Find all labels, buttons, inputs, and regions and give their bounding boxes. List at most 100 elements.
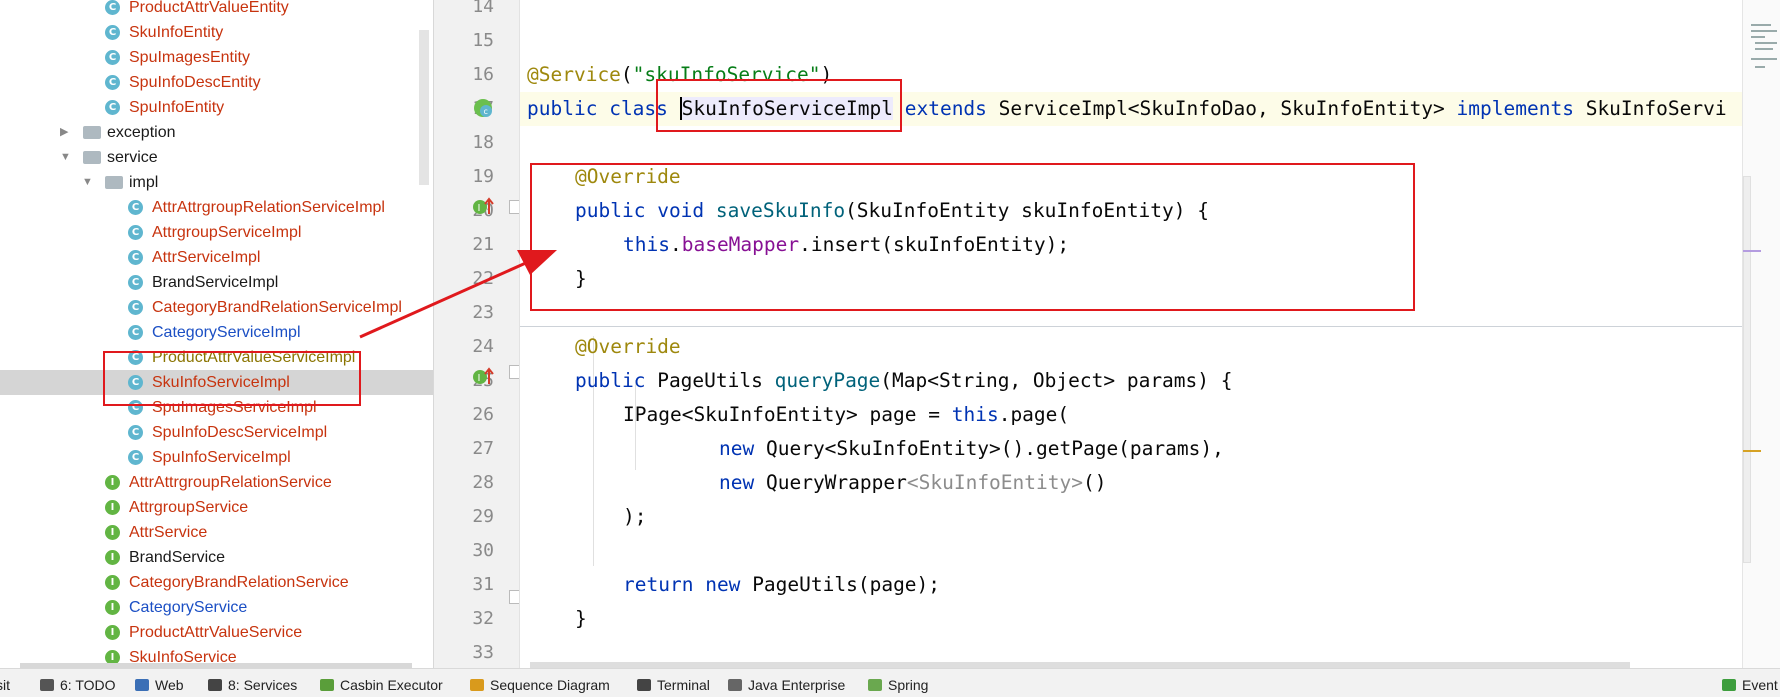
- class-icon: C: [128, 275, 143, 290]
- line-number[interactable]: 22: [434, 262, 494, 296]
- tree-item-exception[interactable]: ▶ exception: [0, 120, 433, 145]
- project-tree-scrollbar[interactable]: [419, 30, 429, 185]
- keyword-token: new: [719, 437, 755, 460]
- tool-window-spring[interactable]: Spring: [868, 669, 928, 697]
- annotation-box-tree-item: [103, 351, 361, 406]
- interface-icon: I: [105, 550, 120, 565]
- minimap-icon: [1751, 24, 1777, 68]
- tree-item-attrserviceimpl[interactable]: C AttrServiceImpl: [0, 245, 433, 270]
- line-number[interactable]: 21: [434, 228, 494, 262]
- implements-method-icon[interactable]: I: [472, 197, 494, 221]
- project-tree-panel: C ProductAttrValueEntity C SkuInfoEntity C Sp…: [0, 0, 433, 668]
- tree-item-impl[interactable]: ▼ impl: [0, 170, 433, 195]
- tree-item-brandserviceimpl[interactable]: C BrandServiceImpl: [0, 270, 433, 295]
- warning-stripe-marker[interactable]: [1743, 450, 1761, 452]
- tool-window-icon: [1722, 679, 1736, 691]
- line-number[interactable]: 26: [434, 398, 494, 432]
- tree-item-skuinfoentity[interactable]: C SkuInfoEntity: [0, 20, 433, 45]
- tool-window-sit[interactable]: sit: [0, 669, 10, 697]
- line-number[interactable]: 16: [434, 58, 494, 92]
- tree-item-label: SpuInfoDescServiceImpl: [152, 424, 328, 441]
- line-number[interactable]: 29: [434, 500, 494, 534]
- tool-window-casbin-executor[interactable]: Casbin Executor: [320, 669, 443, 697]
- tool-window-label: Casbin Executor: [340, 677, 443, 693]
- tree-item-categorybrandrelationservice[interactable]: I CategoryBrandRelationService: [0, 570, 433, 595]
- class-icon: C: [105, 75, 120, 90]
- line-number[interactable]: 31: [434, 568, 494, 602]
- tree-item-label: CategoryServiceImpl: [152, 324, 301, 341]
- tree-item-categoryservice[interactable]: I CategoryService: [0, 595, 433, 620]
- tool-window-label: Java Enterprise: [748, 677, 846, 693]
- editor-right-stripe: [1742, 0, 1780, 668]
- tool-window-6-todo[interactable]: 6: TODO: [40, 669, 116, 697]
- tool-window-icon: [320, 679, 334, 691]
- tree-item-label: SpuInfoDescEntity: [129, 74, 261, 91]
- tree-item-attrattrgrouprelationserviceimpl[interactable]: C AttrAttrgroupRelationServiceImpl: [0, 195, 433, 220]
- spring-bean-gutter-icon[interactable]: c: [472, 97, 494, 123]
- code-line-25: public PageUtils queryPage(Map<String, O…: [575, 364, 1233, 398]
- expand-arrow-icon[interactable]: ▶: [60, 120, 68, 145]
- expression-token: Query<SkuInfoEntity>().getPage(params),: [765, 437, 1224, 460]
- keyword-token: public: [527, 97, 598, 120]
- generic-token: <SkuInfoEntity>: [906, 471, 1083, 494]
- method-separator: [520, 326, 1742, 327]
- tree-item-brandservice[interactable]: I BrandService: [0, 545, 433, 570]
- code-line-31: return new PageUtils(page);: [623, 568, 940, 602]
- tree-item-spuinfoentity[interactable]: C SpuInfoEntity: [0, 95, 433, 120]
- tree-item-attrservice[interactable]: I AttrService: [0, 520, 433, 545]
- tree-item-attrattrgrouprelationservice[interactable]: I AttrAttrgroupRelationService: [0, 470, 433, 495]
- close-token: );: [623, 505, 647, 528]
- tool-window-event-l[interactable]: Event L: [1722, 669, 1780, 697]
- line-number[interactable]: 28: [434, 466, 494, 500]
- return-expression-token: PageUtils(page);: [752, 573, 941, 596]
- implements-method-icon[interactable]: I: [472, 367, 494, 391]
- tree-item-productattrvalueentity[interactable]: C ProductAttrValueEntity: [0, 0, 433, 20]
- tree-item-label: SpuInfoEntity: [129, 99, 225, 116]
- tree-item-spuimagesentity[interactable]: C SpuImagesEntity: [0, 45, 433, 70]
- line-number[interactable]: 27: [434, 432, 494, 466]
- line-number[interactable]: 32: [434, 602, 494, 636]
- line-number[interactable]: 14: [434, 0, 494, 24]
- class-icon: C: [105, 0, 120, 15]
- tool-window-8-services[interactable]: 8: Services: [208, 669, 297, 697]
- line-number[interactable]: 15: [434, 24, 494, 58]
- class-icon: C: [128, 250, 143, 265]
- paren-token: (): [1082, 471, 1107, 494]
- tree-item-spuinfodescserviceimpl[interactable]: C SpuInfoDescServiceImpl: [0, 420, 433, 445]
- line-number[interactable]: 18: [434, 126, 494, 160]
- package-folder-icon: [105, 176, 123, 189]
- class-icon: C: [128, 325, 143, 340]
- tree-item-label: CategoryBrandRelationService: [129, 574, 349, 591]
- method-name-token: queryPage: [774, 369, 881, 392]
- tree-item-label: AttrgroupService: [129, 499, 249, 516]
- editor-vertical-scrollbar[interactable]: [1743, 176, 1751, 563]
- line-number[interactable]: 33: [434, 636, 494, 670]
- tool-window-web[interactable]: Web: [135, 669, 184, 697]
- line-number[interactable]: 23: [434, 296, 494, 330]
- brace-token: }: [575, 607, 587, 630]
- class-icon: C: [128, 300, 143, 315]
- tree-item-categoryserviceimpl[interactable]: C CategoryServiceImpl: [0, 320, 433, 345]
- collapse-arrow-icon[interactable]: ▼: [82, 170, 93, 195]
- tree-item-label: AttrServiceImpl: [152, 249, 261, 266]
- interface-icon: I: [105, 600, 120, 615]
- error-stripe-marker[interactable]: [1743, 250, 1761, 252]
- tree-item-attrgroupservice[interactable]: I AttrgroupService: [0, 495, 433, 520]
- tree-item-categorybrandrelationserviceimpl[interactable]: C CategoryBrandRelationServiceImpl: [0, 295, 433, 320]
- tree-item-spuinfodescentity[interactable]: C SpuInfoDescEntity: [0, 70, 433, 95]
- tree-item-label: service: [107, 149, 158, 166]
- tree-item-service[interactable]: ▼ service: [0, 145, 433, 170]
- package-folder-icon: [83, 151, 101, 164]
- tree-item-spuinfoserviceimpl[interactable]: C SpuInfoServiceImpl: [0, 445, 433, 470]
- line-number[interactable]: 30: [434, 534, 494, 568]
- tree-item-productattrvalueservice[interactable]: I ProductAttrValueService: [0, 620, 433, 645]
- collapse-arrow-icon[interactable]: ▼: [60, 145, 71, 170]
- tool-window-terminal[interactable]: Terminal: [637, 669, 710, 697]
- line-number[interactable]: 24: [434, 330, 494, 364]
- declaration-token: IPage<SkuInfoEntity> page =: [623, 403, 952, 426]
- tree-item-attrgroupserviceimpl[interactable]: C AttrgroupServiceImpl: [0, 220, 433, 245]
- line-number[interactable]: 19: [434, 160, 494, 194]
- keyword-token: new: [705, 573, 741, 596]
- tool-window-java-enterprise[interactable]: Java Enterprise: [728, 669, 845, 697]
- tool-window-sequence-diagram[interactable]: Sequence Diagram: [470, 669, 610, 697]
